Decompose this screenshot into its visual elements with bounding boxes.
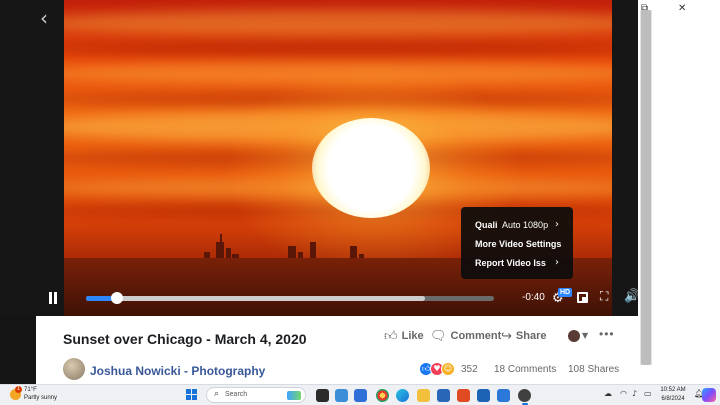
weather-temperature: 71°F xyxy=(24,387,37,393)
wow-reaction-icon: ☺ xyxy=(441,362,455,376)
buffered-progress xyxy=(86,296,425,301)
calendar-app-icon[interactable] xyxy=(497,389,510,402)
time-remaining: -0:40 xyxy=(522,292,545,303)
notepad-app-icon[interactable] xyxy=(354,389,367,402)
picture-in-picture-icon[interactable] xyxy=(577,292,588,303)
widgets-app-icon[interactable] xyxy=(335,389,348,402)
like-button[interactable]: 👍︎ Like xyxy=(384,329,424,344)
copilot-icon[interactable] xyxy=(702,388,716,402)
wifi-icon[interactable]: ◠ xyxy=(620,389,627,398)
media-player-icon[interactable] xyxy=(518,389,531,405)
store-app-icon[interactable] xyxy=(477,389,490,402)
mail-app-icon[interactable] xyxy=(437,389,450,402)
reaction-count[interactable]: 352 xyxy=(461,364,478,375)
clock-date: 6/8/2024 xyxy=(661,396,685,402)
author-avatar[interactable] xyxy=(63,358,85,380)
cloud-icon[interactable]: ☁ xyxy=(604,389,612,398)
notification-badge: 1 xyxy=(15,386,22,393)
quality-value: Auto 1080p xyxy=(502,220,549,230)
share-arrow-icon: ↪ xyxy=(501,329,512,344)
progress-scrubber-handle[interactable] xyxy=(111,292,124,304)
weather-condition: Partly sunny xyxy=(24,395,58,401)
vertical-scrollbar[interactable] xyxy=(640,10,652,365)
quality-menu-item[interactable]: Quali Auto 1080p xyxy=(475,220,548,230)
clock-time: 10:52 AM xyxy=(660,387,686,393)
comments-count-link[interactable]: 18 Comments xyxy=(494,364,556,375)
caret-down-icon[interactable]: ▼ xyxy=(582,331,588,340)
fullscreen-icon[interactable]: ⛶ xyxy=(600,289,608,304)
taskbar-search-box[interactable]: ⌕ Search xyxy=(206,387,306,403)
pause-icon[interactable] xyxy=(48,292,58,304)
scrollbar-thumb[interactable] xyxy=(641,10,651,365)
system-clock[interactable]: 10:52 AM 6/8/2024 xyxy=(658,386,688,404)
sun xyxy=(312,118,430,218)
post-info-panel: Sunset over Chicago - March 4, 2020 👍︎ Li… xyxy=(36,316,640,384)
chrome-icon[interactable] xyxy=(376,389,389,402)
brave-browser-icon[interactable] xyxy=(457,389,470,402)
windows-taskbar: 1 71°F Partly sunny ⌕ Search ☁ ◠ ♪ ▭ 10:… xyxy=(0,384,720,405)
edge-icon[interactable] xyxy=(396,389,409,402)
shares-count-link[interactable]: 108 Shares xyxy=(568,364,619,375)
post-title: Sunset over Chicago - March 4, 2020 xyxy=(63,331,307,347)
quality-label: Quali xyxy=(475,220,498,230)
task-view-icon[interactable] xyxy=(316,389,329,402)
progress-bar[interactable] xyxy=(86,292,494,304)
author-name-link[interactable]: Joshua Nowicki - Photography xyxy=(90,364,265,378)
file-explorer-icon[interactable] xyxy=(417,389,430,402)
thumbs-up-icon: 👍︎ xyxy=(384,329,398,344)
battery-icon[interactable]: ▭ xyxy=(644,389,652,398)
close-icon[interactable]: ✕ xyxy=(678,3,686,14)
video-settings-menu: Quali Auto 1080p › More Video Settings R… xyxy=(461,207,573,279)
speaker-icon[interactable]: ♪ xyxy=(632,389,637,398)
share-label: Share xyxy=(515,330,547,342)
comment-label: Comment xyxy=(450,330,502,342)
windows-start-icon[interactable] xyxy=(186,389,198,401)
report-chevron-icon: › xyxy=(555,257,559,268)
report-video-issue-item[interactable]: Report Video Iss xyxy=(475,258,546,268)
comment-bubble-icon: 🗨 xyxy=(430,329,447,344)
search-icon: ⌕ xyxy=(214,389,220,399)
quality-chevron-icon: › xyxy=(555,219,559,230)
more-options-icon[interactable]: ••• xyxy=(599,327,615,341)
hd-badge: HD xyxy=(558,288,573,297)
viewer-avatar[interactable] xyxy=(568,330,580,342)
back-arrow-icon[interactable]: ‹ xyxy=(40,6,48,30)
more-video-settings-item[interactable]: More Video Settings xyxy=(475,239,561,249)
comment-button[interactable]: 🗨 Comment xyxy=(430,329,501,344)
like-label: Like xyxy=(401,330,424,342)
search-placeholder: Search xyxy=(225,391,248,398)
video-control-bar: -0:40 ⚙ HD ⛶ 🔊 xyxy=(40,284,640,312)
search-highlight-art xyxy=(287,391,301,400)
share-button[interactable]: ↪ Share xyxy=(501,329,546,344)
